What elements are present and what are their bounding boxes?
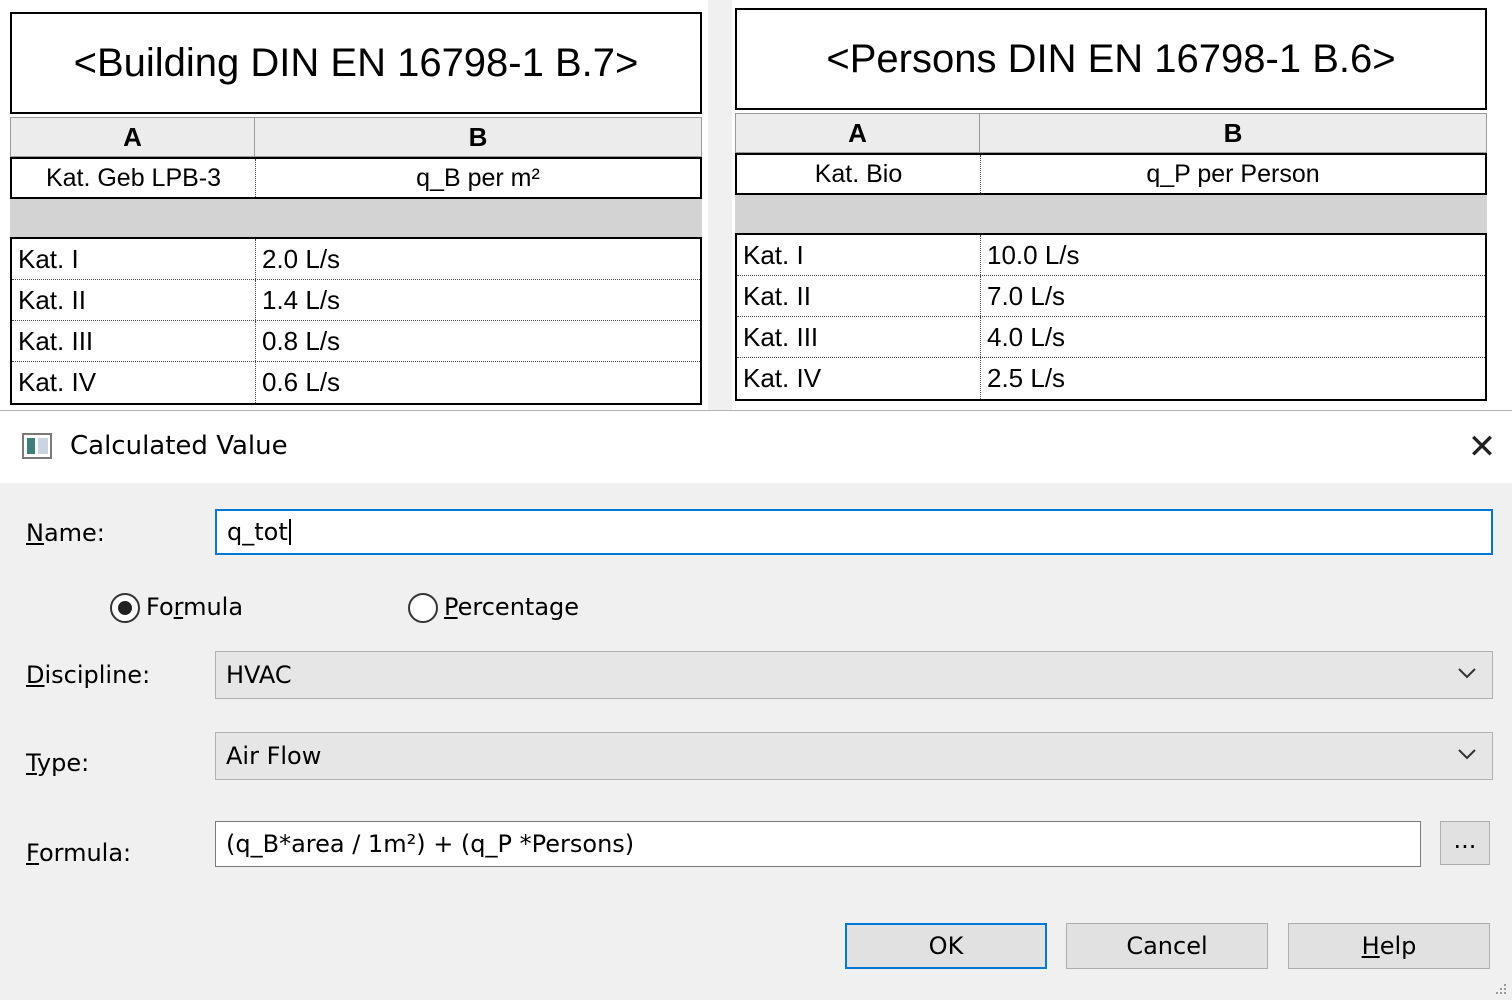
type-label-accel: T (26, 749, 37, 777)
persons-column-headers: A B (735, 113, 1487, 153)
row-category: Kat. II (737, 276, 981, 316)
percentage-radio[interactable] (408, 593, 438, 623)
app-icon (22, 433, 52, 459)
row-category: Kat. III (737, 317, 981, 357)
text-caret (288, 519, 291, 545)
row-value: 7.0 L/s (987, 280, 1066, 311)
row-value: 2.5 L/s (987, 363, 1066, 393)
header-cell-category[interactable]: Kat. Geb LPB-3 (12, 159, 256, 197)
row-category: Kat. I (737, 235, 981, 275)
row-category: Kat. IV (737, 358, 981, 399)
header-cell-value[interactable]: q_P per Person (981, 155, 1485, 193)
row-value: 0.6 L/s (262, 367, 341, 397)
row-category: Kat. I (12, 239, 256, 279)
table-row[interactable]: Kat. III 4.0 L/s (737, 317, 1485, 358)
chevron-down-icon (1458, 668, 1476, 679)
dialog-titlebar[interactable]: Calculated Value ✕ (0, 411, 1512, 483)
discipline-label: Discipline: (26, 661, 150, 689)
resize-grip-icon[interactable] (1492, 980, 1508, 996)
formula-label-accel: F (26, 839, 39, 867)
header-cell-category[interactable]: Kat. Bio (737, 155, 981, 193)
table-row[interactable]: Kat. II 1.4 L/s (12, 280, 700, 321)
row-category: Kat. IV (12, 362, 256, 403)
persons-header-row: Kat. Bio q_P per Person (735, 153, 1487, 195)
table-row[interactable]: Kat. IV 0.6 L/s (12, 362, 700, 403)
cancel-button[interactable]: Cancel (1066, 923, 1268, 969)
formula-browse-button[interactable]: ... (1440, 821, 1490, 865)
type-label-text: ype: (36, 749, 90, 777)
building-column-headers: A B (10, 117, 702, 157)
type-value: Air Flow (226, 742, 322, 770)
row-value: 0.8 L/s (262, 325, 341, 356)
ok-button[interactable]: OK (845, 923, 1047, 969)
percentage-radio-label[interactable]: Percentage (444, 593, 579, 621)
row-value: 4.0 L/s (987, 321, 1066, 352)
formula-radio-text-a: Fo (146, 593, 174, 621)
header-cell-value[interactable]: q_B per m² (256, 159, 700, 197)
building-schedule-body: Kat. I 2.0 L/s Kat. II 1.4 L/s Kat. III … (10, 237, 702, 405)
type-label: Type: (26, 749, 89, 777)
row-value: 1.4 L/s (262, 284, 341, 315)
table-row[interactable]: Kat. II 7.0 L/s (737, 276, 1485, 317)
formula-input-value: (q_B*area / 1m²) + (q_P *Persons) (226, 830, 635, 858)
formula-radio-accel: r (173, 593, 184, 621)
formula-label-text: ormula: (38, 839, 132, 867)
calculated-value-dialog: Calculated Value ✕ Name: q_tot Formula P… (0, 410, 1512, 1000)
column-b-header[interactable]: B (980, 114, 1486, 152)
table-row[interactable]: Kat. IV 2.5 L/s (737, 358, 1485, 399)
radio-selected-dot (118, 601, 132, 615)
formula-radio-label[interactable]: Formula (146, 593, 243, 621)
row-value: 2.0 L/s (262, 243, 341, 274)
table-row[interactable]: Kat. I 10.0 L/s (737, 235, 1485, 276)
formula-input[interactable]: (q_B*area / 1m²) + (q_P *Persons) (215, 821, 1421, 867)
help-button[interactable]: Help (1288, 923, 1490, 969)
name-input-value: q_tot (227, 518, 288, 546)
close-icon[interactable]: ✕ (1462, 427, 1502, 467)
discipline-label-text: iscipline: (44, 661, 151, 689)
formula-label: Formula: (26, 839, 131, 867)
formula-radio-text-b: mula (183, 593, 244, 621)
help-button-text: elp (1379, 932, 1417, 960)
formula-radio[interactable] (110, 593, 140, 623)
discipline-label-accel: D (26, 661, 45, 689)
percentage-radio-accel: P (444, 593, 458, 621)
percentage-radio-text: ercentage (457, 593, 580, 621)
name-input[interactable]: q_tot (215, 509, 1493, 555)
table-row[interactable]: Kat. III 0.8 L/s (12, 321, 700, 362)
column-b-header[interactable]: B (255, 118, 701, 156)
persons-schedule-title[interactable]: <Persons DIN EN 16798-1 B.6> (735, 8, 1487, 110)
name-label: Name: (26, 519, 105, 547)
building-schedule-title[interactable]: <Building DIN EN 16798-1 B.7> (10, 12, 702, 114)
row-category: Kat. III (12, 321, 256, 361)
dialog-title: Calculated Value (70, 431, 288, 461)
type-dropdown[interactable]: Air Flow (215, 732, 1493, 780)
name-label-accel: N (26, 519, 44, 547)
discipline-value: HVAC (226, 661, 292, 689)
schedule-gap (708, 0, 732, 410)
building-group-band (10, 199, 702, 237)
persons-group-band (735, 195, 1487, 233)
discipline-dropdown[interactable]: HVAC (215, 651, 1493, 699)
help-button-accel: H (1361, 932, 1380, 960)
column-a-header[interactable]: A (736, 114, 980, 152)
persons-schedule-body: Kat. I 10.0 L/s Kat. II 7.0 L/s Kat. III… (735, 233, 1487, 401)
column-a-header[interactable]: A (11, 118, 255, 156)
building-header-row: Kat. Geb LPB-3 q_B per m² (10, 157, 702, 199)
row-category: Kat. II (12, 280, 256, 320)
table-row[interactable]: Kat. I 2.0 L/s (12, 239, 700, 280)
chevron-down-icon (1458, 749, 1476, 760)
row-value: 10.0 L/s (987, 239, 1080, 270)
name-label-text: ame: (43, 519, 105, 547)
